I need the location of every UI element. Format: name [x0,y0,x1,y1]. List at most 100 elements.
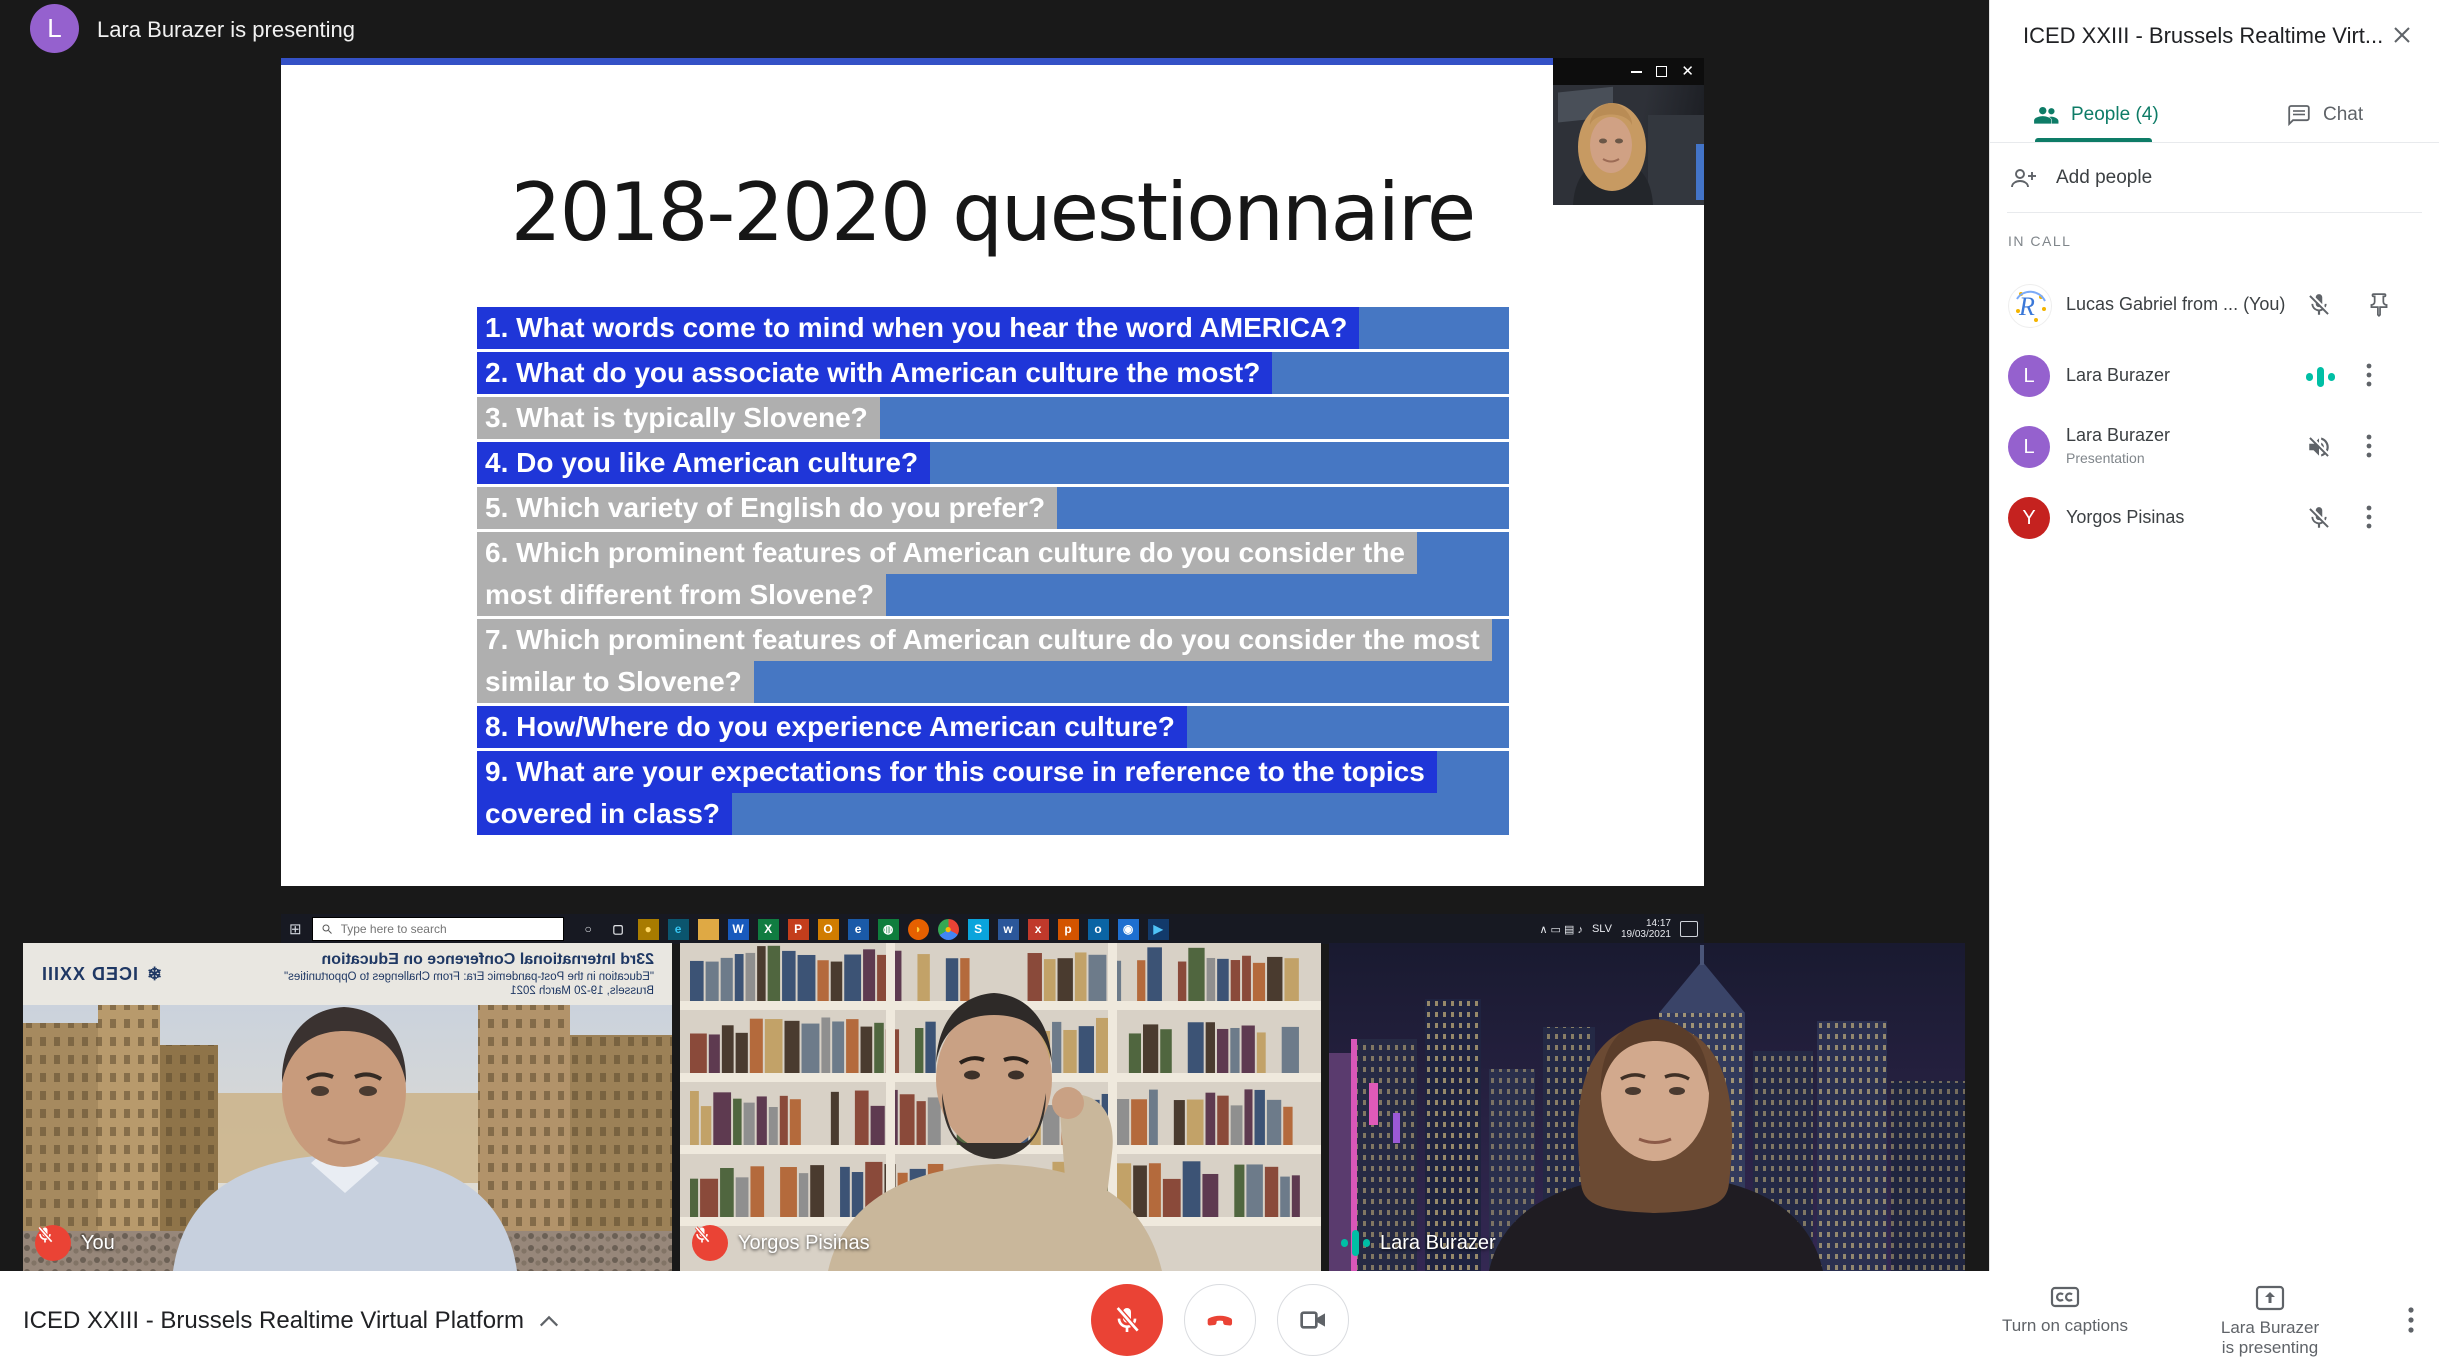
camera-icon [1300,1311,1325,1329]
video-tile-you[interactable]: 23rd International Conference on Educati… [23,943,672,1271]
question-text: 4. Do you like American culture? [477,442,931,484]
video-tile-lara[interactable]: Lara Burazer [1329,943,1965,1271]
taskbar-app-icon[interactable]: O [817,918,839,940]
taskbar-app-icon[interactable]: W [727,918,749,940]
participant-row: Y Yorgos Pisinas [1990,483,2439,554]
search-input[interactable] [338,921,555,937]
taskbar-app-icon[interactable]: ▶ [1147,918,1169,940]
taskbar-app-icon[interactable]: w [997,918,1019,940]
taskbar-search[interactable] [311,917,564,941]
speaking-indicator-icon [2306,365,2335,389]
tile-lara-scene [1329,943,1965,1271]
close-icon[interactable]: ✕ [1681,64,1694,79]
mic-off-icon [1115,1306,1140,1333]
leave-call-button[interactable] [1184,1284,1256,1356]
participant-more-button[interactable] [2366,505,2372,529]
taskbar-app-icon[interactable]: P [787,918,809,940]
participant-name: Yorgos Pisinas [2066,507,2185,527]
question-list: 1. What words come to mind when you hear… [477,307,1509,838]
pin-button[interactable] [2366,292,2392,318]
windows-taskbar: ⊞ ○ ▢ ● e WXPOe ◍ ◗ ● Swxpo ◉ ▶ ∧ ▭ ▤ ♪ SLV 14:17 … [281,914,1704,944]
bottom-control-bar: ICED XXIII - Brussels Realtime Virtual P… [0,1271,2439,1370]
more-vert-icon [2408,1307,2414,1333]
close-panel-button[interactable] [2387,20,2417,50]
backdrop-line2: "Education in the Post-pandemic Era: Fro… [284,970,654,983]
scrollbar[interactable] [1696,144,1704,200]
speaker-off-icon [2306,434,2332,460]
tile-you-label: You [35,1225,115,1261]
panel-title: ICED XXIII - Brussels Realtime Virt... [2023,23,2384,48]
maximize-icon[interactable] [1656,66,1668,77]
taskbar-app-icon[interactable]: e [667,918,689,940]
participant-name: Lara Burazer [2066,425,2171,445]
taskbar-app-icon[interactable]: ● [937,918,959,940]
iced-logo-avatar: R [2016,290,2046,322]
mic-off-icon [37,1226,53,1243]
question-row: 9. What are your expectations for this c… [477,751,1509,835]
webcam-video [1553,85,1704,205]
taskbar-app-icon[interactable]: ○ [578,919,599,940]
question-text: 2. What do you associate with American c… [477,352,1273,394]
tile-lara-label: Lara Burazer [1341,1225,1496,1261]
camera-button[interactable] [1277,1284,1349,1356]
taskbar-app-icon[interactable]: e [847,918,869,940]
taskbar-app-icon[interactable]: ● [637,918,659,940]
tile-yorgos-label: Yorgos Pisinas [692,1225,870,1261]
taskbar-app-icon[interactable]: ▢ [608,919,629,940]
tray-clock[interactable]: 14:17 19/03/2021 [1621,918,1671,940]
video-tile-yorgos[interactable]: Yorgos Pisinas [680,943,1321,1271]
tab-people[interactable]: People (4) [2033,88,2159,142]
tile-name: Lara Burazer [1380,1231,1496,1254]
taskbar-app-icon[interactable]: ◗ [907,918,929,940]
taskbar-app-icon[interactable]: x [1027,918,1049,940]
taskbar-app-icons[interactable]: ○ ▢ ● e W X P Oe ◍ ◗ ● Sw x p o ◉ ▶ [578,918,1169,940]
in-call-label: IN CALL [2008,233,2072,249]
turn-on-captions-button[interactable]: Turn on captions [1980,1285,2150,1336]
webcam-window: ✕ [1553,58,1704,205]
participant-name: Lucas Gabriel from ... (You) [2066,294,2286,314]
people-icon [2034,106,2059,124]
slide-top-strip [281,58,1704,65]
participant-row: L Lara Burazer [1990,341,2439,412]
question-text: 3. What is typically Slovene? [477,397,880,439]
participant-more-button[interactable] [2366,434,2372,458]
participant-name: Lara Burazer [2066,365,2171,385]
question-row: 1. What words come to mind when you hear… [477,307,1509,349]
backdrop-line1: 23rd International Conference on Educati… [321,950,655,968]
question-row: 8. How/Where do you experience American … [477,706,1509,748]
tile-yorgos-scene [680,943,1321,1271]
backdrop-line3: Brussels, 19-20 March 2021 [510,985,654,997]
speaking-indicator-icon [1341,1225,1370,1261]
presenting-status-button[interactable]: Lara Burazer is presenting [2185,1285,2355,1358]
add-people-button[interactable]: Add people [1990,150,2439,206]
divider [2007,212,2422,213]
question-row: 3. What is typically Slovene? [477,397,1509,439]
close-icon [2394,27,2410,43]
tab-chat[interactable]: Chat [2287,88,2363,142]
people-panel: ICED XXIII - Brussels Realtime Virt... P… [1989,0,2439,1271]
participant-more-button[interactable] [2366,363,2372,387]
meeting-name[interactable]: ICED XXIII - Brussels Realtime Virtual P… [23,1271,560,1370]
conference-backdrop: 23rd International Conference on Educati… [23,943,672,1005]
question-row: 4. Do you like American culture? [477,442,1509,484]
tray-language[interactable]: SLV [1592,923,1612,935]
start-button-icon[interactable]: ⊞ [289,920,302,938]
taskbar-app-icon[interactable]: o [1087,918,1109,940]
taskbar-app-icon[interactable]: ◍ [877,918,899,940]
participant-row: R Lucas Gabriel from ... (You) [1990,270,2439,341]
active-tab-underline [2035,138,2152,142]
notification-center-icon[interactable] [1680,921,1698,937]
avatar: R [2008,284,2052,328]
mute-button[interactable] [1091,1284,1163,1356]
minimize-icon[interactable] [1631,70,1643,73]
taskbar-app-icon[interactable] [697,918,719,940]
question-row: 7. Which prominent features of American … [477,619,1509,703]
taskbar-app-icon[interactable]: p [1057,918,1079,940]
more-options-button[interactable] [2394,1303,2428,1337]
taskbar-app-icon[interactable]: ◉ [1117,918,1139,940]
mic-off-badge [35,1225,71,1261]
person-add-icon [2011,169,2036,188]
question-text: most different from Slovene? [477,574,886,616]
taskbar-app-icon[interactable]: S [967,918,989,940]
taskbar-app-icon[interactable]: X [757,918,779,940]
